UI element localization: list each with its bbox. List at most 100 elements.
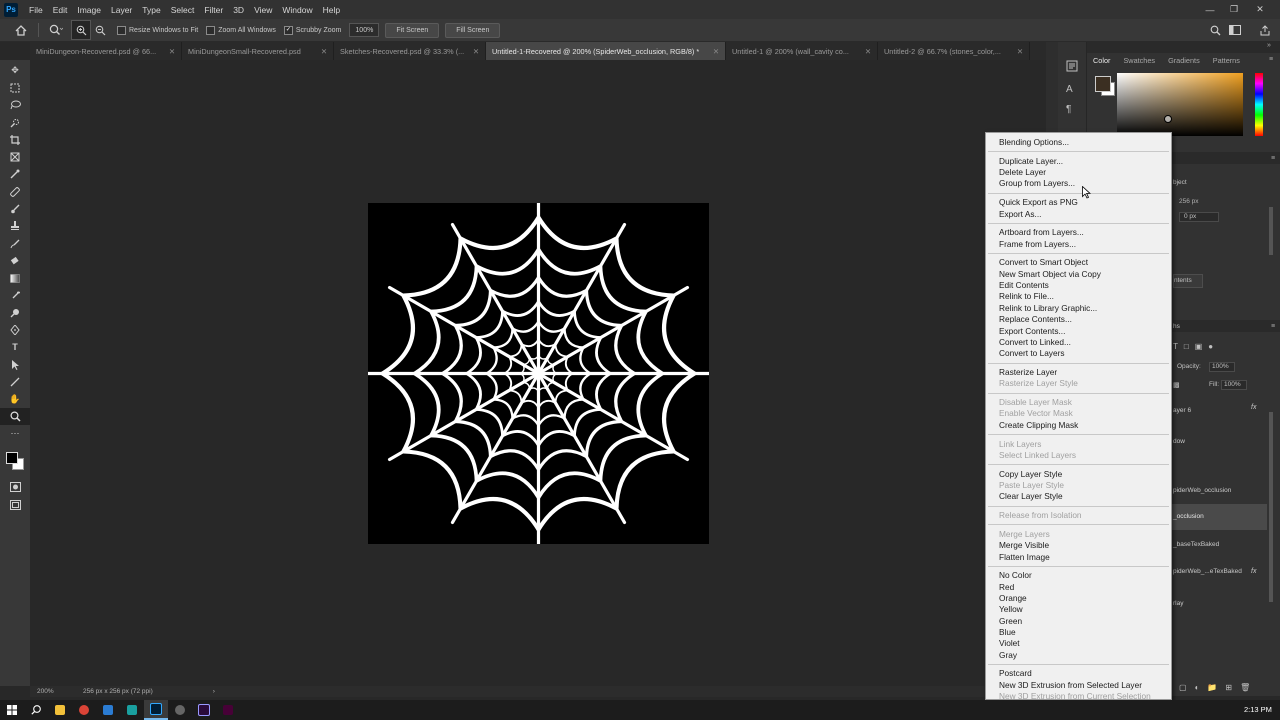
- menu-item-artboard-from-layers[interactable]: Artboard from Layers...: [999, 227, 1084, 237]
- layer-row[interactable]: piderWeb_...eTexBaked: [1173, 565, 1273, 579]
- zoom-in-icon[interactable]: [71, 20, 91, 40]
- menu-item-orange[interactable]: Orange: [999, 593, 1027, 603]
- menu-item-red[interactable]: Red: [999, 582, 1014, 592]
- menu-item-delete-layer[interactable]: Delete Layer: [999, 167, 1046, 177]
- workspace-icon[interactable]: [1226, 21, 1244, 39]
- menu-item-create-clipping-mask[interactable]: Create Clipping Mask: [999, 420, 1078, 430]
- zoom-out-icon[interactable]: [91, 21, 109, 39]
- zoom-all-windows-checkbox[interactable]: Zoom All Windows: [206, 25, 276, 35]
- share-icon[interactable]: [1256, 21, 1274, 39]
- tab-patterns[interactable]: Patterns: [1213, 56, 1240, 65]
- search-icon[interactable]: [1206, 21, 1224, 39]
- menu-image[interactable]: Image: [72, 5, 106, 15]
- blender-icon[interactable]: [168, 700, 192, 720]
- zoom-tool-preset-icon[interactable]: [47, 21, 65, 39]
- menu-item-yellow[interactable]: Yellow: [999, 604, 1023, 614]
- tab-minidungeonsmall[interactable]: MiniDungeonSmall-Recovered.psd ✕: [182, 42, 334, 60]
- tab-untitled-1[interactable]: Untitled-1 @ 200% (wall_cavity co... ✕: [726, 42, 878, 60]
- tab-untitled-1-recovered[interactable]: Untitled-1-Recovered @ 200% (SpiderWeb_o…: [486, 42, 726, 60]
- scrubby-zoom-checkbox[interactable]: ✓ Scrubby Zoom: [283, 25, 341, 35]
- windows-start-icon[interactable]: [0, 700, 24, 720]
- hue-slider[interactable]: [1255, 73, 1263, 136]
- menu-window[interactable]: Window: [277, 5, 317, 15]
- menu-item-postcard[interactable]: Postcard: [999, 668, 1032, 678]
- menu-view[interactable]: View: [249, 5, 277, 15]
- tab-gradients[interactable]: Gradients: [1168, 56, 1200, 65]
- fit-screen-button[interactable]: Fit Screen: [385, 22, 440, 38]
- screen-mode-icon[interactable]: [0, 496, 30, 513]
- close-tab-icon[interactable]: ✕: [1017, 47, 1023, 56]
- filter-smart-object-icon[interactable]: ▣: [1195, 342, 1203, 351]
- clone-stamp-tool-icon[interactable]: [0, 218, 30, 235]
- foreground-color-swatch[interactable]: [1095, 76, 1111, 92]
- pen-tool-icon[interactable]: [0, 321, 30, 338]
- menu-item-convert-to-layers[interactable]: Convert to Layers: [999, 348, 1064, 358]
- photoshop-taskbar-icon[interactable]: [144, 700, 168, 720]
- x-position-field[interactable]: 0 px: [1179, 212, 1219, 222]
- fx-icon[interactable]: fx: [1251, 565, 1256, 579]
- panel-collapse-icon[interactable]: »: [1267, 42, 1271, 49]
- quick-selection-tool-icon[interactable]: [0, 114, 30, 131]
- new-group-icon[interactable]: 📁: [1207, 683, 1217, 692]
- eraser-tool-icon[interactable]: [0, 252, 30, 269]
- home-icon[interactable]: [12, 21, 30, 39]
- close-tab-icon[interactable]: ✕: [321, 47, 327, 56]
- properties-scrollbar[interactable]: [1269, 207, 1273, 255]
- crop-tool-icon[interactable]: [0, 131, 30, 148]
- menu-item-violet[interactable]: Violet: [999, 638, 1020, 648]
- lock-icon[interactable]: ▩: [1173, 381, 1180, 389]
- layer-row[interactable]: dow: [1173, 435, 1273, 449]
- delete-layer-icon[interactable]: 🗑: [1240, 683, 1250, 692]
- opacity-field[interactable]: 100%: [1209, 362, 1235, 372]
- fill-field[interactable]: 100%: [1221, 380, 1247, 390]
- menu-item-export-as[interactable]: Export As...: [999, 209, 1041, 219]
- hand-tool-icon[interactable]: ✋: [0, 391, 30, 408]
- properties-menu-icon[interactable]: ≡: [1271, 155, 1275, 162]
- paragraph-panel-icon[interactable]: ¶: [1066, 104, 1071, 115]
- layer-row-selected[interactable]: _occlusion: [1173, 510, 1273, 524]
- menu-item-duplicate-layer[interactable]: Duplicate Layer...: [999, 156, 1063, 166]
- lasso-tool-icon[interactable]: [0, 97, 30, 114]
- status-menu-arrow-icon[interactable]: ›: [213, 688, 215, 695]
- tab-swatches[interactable]: Swatches: [1123, 56, 1155, 65]
- add-mask-icon[interactable]: ▢: [1179, 683, 1187, 692]
- eyedropper-tool-icon[interactable]: [0, 166, 30, 183]
- path-selection-tool-icon[interactable]: [0, 356, 30, 373]
- close-tab-icon[interactable]: ✕: [865, 47, 871, 56]
- menu-help[interactable]: Help: [318, 5, 345, 15]
- history-panel-icon[interactable]: [1066, 60, 1078, 74]
- menu-item-clear-layer-style[interactable]: Clear Layer Style: [999, 491, 1063, 501]
- menu-item-new-3d-extrusion-from-selected-layer[interactable]: New 3D Extrusion from Selected Layer: [999, 680, 1142, 690]
- tab-color[interactable]: Color: [1093, 56, 1110, 65]
- fx-icon[interactable]: fx: [1251, 404, 1256, 411]
- dodge-tool-icon[interactable]: [0, 304, 30, 321]
- layer-row[interactable]: piderWeb_occlusion: [1173, 484, 1273, 498]
- healing-brush-tool-icon[interactable]: [0, 183, 30, 200]
- chrome-icon[interactable]: [72, 700, 96, 720]
- menu-edit[interactable]: Edit: [48, 5, 73, 15]
- close-window-icon[interactable]: ✕: [1248, 0, 1272, 19]
- menu-filter[interactable]: Filter: [199, 5, 228, 15]
- tab-sketches[interactable]: Sketches-Recovered.psd @ 33.3% (... ✕: [334, 42, 486, 60]
- zoom-percent-field[interactable]: 100%: [349, 23, 380, 37]
- premiere-icon[interactable]: [192, 700, 216, 720]
- line-tool-icon[interactable]: [0, 373, 30, 390]
- color-swatches[interactable]: [6, 452, 24, 470]
- history-brush-tool-icon[interactable]: [0, 235, 30, 252]
- menu-item-convert-to-smart-object[interactable]: Convert to Smart Object: [999, 257, 1088, 267]
- menu-select[interactable]: Select: [166, 5, 200, 15]
- menu-item-gray[interactable]: Gray: [999, 650, 1017, 660]
- resize-windows-checkbox[interactable]: Resize Windows to Fit: [117, 25, 198, 35]
- menu-item-copy-layer-style[interactable]: Copy Layer Style: [999, 469, 1062, 479]
- menu-item-no-color[interactable]: No Color: [999, 570, 1032, 580]
- menu-item-quick-export-as-png[interactable]: Quick Export as PNG: [999, 197, 1078, 207]
- zoom-tool-icon[interactable]: [0, 407, 30, 426]
- filter-toggle-icon[interactable]: ●: [1208, 342, 1213, 351]
- marquee-tool-icon[interactable]: [0, 79, 30, 96]
- layers-menu-icon[interactable]: ≡: [1271, 323, 1275, 330]
- frame-tool-icon[interactable]: [0, 148, 30, 165]
- menu-item-replace-contents[interactable]: Replace Contents...: [999, 314, 1072, 324]
- panel-menu-icon[interactable]: ≡: [1269, 56, 1273, 63]
- menu-item-relink-to-library-graphic[interactable]: Relink to Library Graphic...: [999, 303, 1097, 313]
- menu-item-flatten-image[interactable]: Flatten Image: [999, 552, 1050, 562]
